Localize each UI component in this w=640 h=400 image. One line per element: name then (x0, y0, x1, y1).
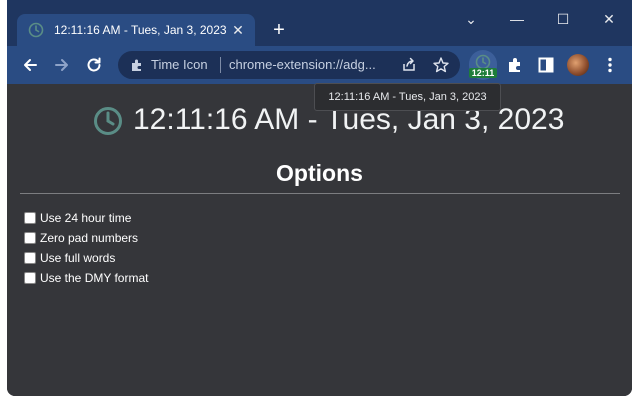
puzzle-icon (132, 59, 141, 71)
clock-icon (94, 107, 122, 135)
more-icon[interactable] (600, 55, 620, 75)
maximize-button[interactable]: ☐ (549, 8, 577, 30)
back-icon[interactable] (20, 55, 40, 75)
tab-active[interactable]: 12:11:16 AM - Tues, Jan 3, 2023 ✕ (17, 14, 255, 46)
extension-badge: 12:11 (469, 68, 497, 78)
options-heading: Options (276, 160, 363, 186)
url-text[interactable]: chrome-extension://adg... (229, 57, 379, 73)
browser-window: 12:11:16 AM - Tues, Jan 3, 2023 ✕ + ⌄ — … (7, 0, 632, 396)
extension-name: Time Icon (151, 57, 208, 72)
clock-icon (28, 22, 44, 38)
checkbox[interactable] (24, 232, 36, 244)
tab-search-button[interactable]: ⌄ (457, 8, 485, 30)
address-bar[interactable]: Time Icon chrome-extension://adg... (118, 51, 460, 79)
avatar[interactable] (567, 54, 589, 76)
star-icon[interactable] (432, 56, 450, 74)
divider (20, 193, 620, 194)
side-panel-icon[interactable] (536, 55, 556, 75)
new-tab-button[interactable]: + (269, 20, 289, 40)
option-label: Use full words (40, 251, 116, 265)
minimize-button[interactable]: — (503, 8, 531, 30)
tab-title: 12:11:16 AM - Tues, Jan 3, 2023 (54, 23, 227, 37)
option-label: Use 24 hour time (40, 211, 132, 225)
checkbox[interactable] (24, 212, 36, 224)
option-label: Zero pad numbers (40, 231, 139, 245)
share-icon[interactable] (401, 57, 417, 73)
omnibox-separator (220, 57, 221, 73)
checkbox[interactable] (24, 272, 36, 284)
window-close-button[interactable]: ✕ (595, 8, 623, 30)
extensions-icon[interactable] (505, 55, 525, 75)
checkbox[interactable] (24, 252, 36, 264)
forward-icon[interactable] (52, 55, 72, 75)
extension-tooltip: 12:11:16 AM - Tues, Jan 3, 2023 (314, 83, 501, 111)
tab-strip: 12:11:16 AM - Tues, Jan 3, 2023 ✕ + ⌄ — … (7, 0, 632, 46)
tab-close-icon[interactable]: ✕ (229, 21, 247, 39)
reload-icon[interactable] (84, 55, 104, 75)
option-label: Use the DMY format (40, 271, 149, 285)
toolbar: Time Icon chrome-extension://adg... 12:1… (7, 46, 632, 84)
options-page: 12:11:16 AM - Tues, Jan 3, 2023 Options … (7, 84, 632, 396)
